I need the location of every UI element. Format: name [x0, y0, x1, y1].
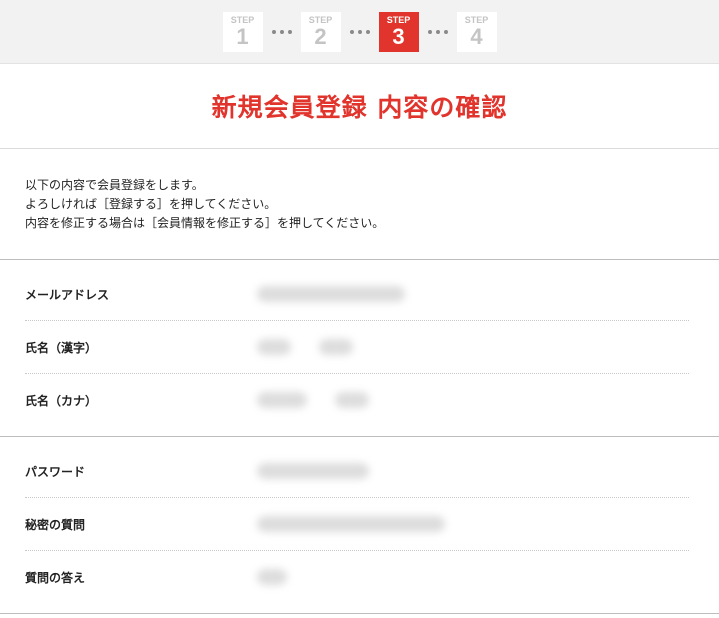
name-kana-row: 氏名（カナ） — [25, 374, 689, 426]
step-number: 4 — [470, 24, 483, 49]
step-separator-dots — [341, 12, 379, 52]
password-value-redacted — [257, 463, 369, 479]
name-kanji-value-redacted — [257, 339, 353, 355]
secret-answer-value-redacted — [257, 569, 287, 585]
title-box: 新規会員登録 内容の確認 — [0, 64, 719, 149]
security-section: パスワード 秘密の質問 質問の答え — [0, 437, 719, 614]
page: STEP 1 STEP 2 STEP 3 STEP 4 新規会員登録 内容の確認… — [0, 0, 719, 618]
account-info-section: メールアドレス 氏名（漢字） 氏名（カナ） — [0, 260, 719, 437]
step-number: 1 — [236, 24, 249, 49]
redacted-value — [257, 392, 307, 408]
name-kanji-row: 氏名（漢字） — [25, 321, 689, 374]
redacted-value — [257, 339, 291, 355]
intro-line: 以下の内容で会員登録をします。 — [25, 178, 204, 192]
intro-line: よろしければ［登録する］を押してください。 — [25, 197, 277, 211]
dot-icon — [357, 30, 362, 34]
dot-icon — [443, 30, 448, 34]
redacted-value — [257, 463, 369, 479]
step-4-indicator: STEP 4 — [456, 12, 497, 52]
dot-icon — [349, 30, 354, 34]
step-separator-dots — [419, 12, 457, 52]
page-title: 新規会員登録 内容の確認 — [211, 93, 508, 122]
dot-icon — [365, 30, 370, 34]
step-3-indicator-active: STEP 3 — [378, 12, 419, 52]
secret-question-value-redacted — [257, 516, 445, 532]
password-label: パスワード — [25, 464, 86, 479]
name-kana-value-redacted — [257, 392, 369, 408]
step-2-indicator: STEP 2 — [300, 12, 341, 52]
step-progress-bar: STEP 1 STEP 2 STEP 3 STEP 4 — [0, 0, 719, 64]
secret-answer-row: 質問の答え — [25, 551, 689, 603]
intro-line: 内容を修正する場合は［会員情報を修正する］を押してください。 — [25, 216, 385, 230]
name-kanji-label: 氏名（漢字） — [25, 340, 98, 355]
step-number: 2 — [314, 24, 327, 49]
step-number: 3 — [392, 24, 405, 49]
secret-question-row: 秘密の質問 — [25, 498, 689, 551]
email-label: メールアドレス — [25, 287, 110, 302]
secret-question-label: 秘密の質問 — [25, 517, 86, 532]
email-value-redacted — [257, 286, 405, 302]
dot-icon — [271, 30, 276, 34]
name-kana-label: 氏名（カナ） — [25, 393, 98, 408]
step-1-indicator: STEP 1 — [222, 12, 263, 52]
redacted-value — [257, 569, 287, 585]
step-separator-dots — [263, 12, 301, 52]
dot-icon — [279, 30, 284, 34]
redacted-value — [257, 516, 445, 532]
dot-icon — [427, 30, 432, 34]
dot-icon — [287, 30, 292, 34]
email-row: メールアドレス — [25, 268, 689, 321]
redacted-value — [257, 286, 405, 302]
dot-icon — [435, 30, 440, 34]
redacted-value — [319, 339, 353, 355]
intro-text: 以下の内容で会員登録をします。 よろしければ［登録する］を押してください。 内容… — [0, 149, 719, 260]
secret-answer-label: 質問の答え — [25, 570, 86, 585]
redacted-value — [335, 392, 369, 408]
password-row: パスワード — [25, 445, 689, 498]
